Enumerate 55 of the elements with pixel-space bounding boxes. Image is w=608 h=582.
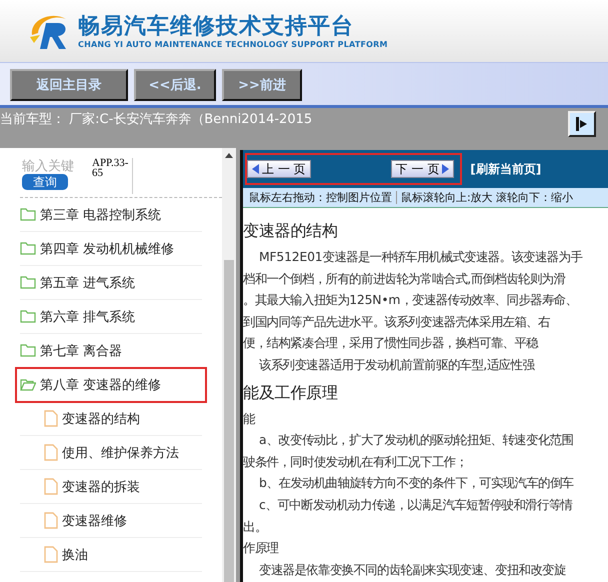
document-text: 档和一个倒档，所有的前进齿轮为常啮合式,而倒档齿轮则为滑 (243, 270, 566, 288)
section-item[interactable]: 变速器的结构 (20, 402, 202, 436)
refresh-link[interactable]: [刷新当前页] (470, 160, 542, 178)
file-icon (44, 444, 58, 461)
usage-hint: 鼠标滚轮向上:放大 滚轮向下：缩小 (401, 190, 574, 205)
document-text: 作原理 (243, 539, 280, 558)
right-arrow-icon (442, 164, 450, 174)
folder-icon (20, 344, 36, 357)
section-item[interactable]: 变速器维修 (20, 504, 202, 538)
usage-hint: 鼠标左右拖动：控制图片位置 (249, 190, 392, 205)
current-model-label: 当前车型： 厂家:C-长安汽车奔奔（Benni2014-2015 (0, 111, 312, 128)
chapter-item[interactable]: 第六章 排气系统 (20, 300, 202, 334)
folder-icon (20, 378, 36, 391)
folder-icon (20, 310, 36, 323)
keyword-field[interactable]: 输入关键 (20, 158, 84, 174)
document-text: 驶条件，同时使发动机在有利工况下工作； (243, 452, 468, 471)
chapter-item[interactable]: 第七章 离合器 (20, 334, 202, 368)
scroll-up-icon[interactable] (225, 152, 233, 158)
document-text: MF512E01变速器是一种轿车用机械式变速器。该变速器为手 (258, 248, 584, 266)
file-icon (44, 546, 58, 563)
file-icon (44, 410, 58, 427)
document-text: b、在发动机曲轴旋转方向不变的条件下，可实现汽车的倒车 (258, 474, 574, 492)
chapter-item[interactable]: 第八章 变速器的维修 (16, 368, 206, 402)
search-button[interactable]: 查询 (22, 174, 68, 190)
expand-button[interactable] (568, 111, 596, 137)
scrollbar[interactable] (222, 148, 236, 582)
folder-icon (20, 276, 36, 289)
folder-icon (20, 242, 36, 255)
document-text: 到国内同等产品先进水平。该系列变速器壳体采用左箱、右 (243, 312, 551, 331)
chapter-item[interactable]: 第四章 发动机机械维修 (20, 232, 202, 266)
document-heading: 能及工作原理 (243, 382, 339, 404)
document-text: 出。 (243, 518, 268, 536)
file-icon (44, 512, 58, 529)
document-text: a、改变传动比，扩大了发动机的驱动轮扭矩、转速变化范围 (258, 431, 574, 450)
document-code: APP.33-65 (92, 158, 133, 194)
expand-icon (576, 117, 588, 131)
document-text: 该系列变速器适用于发动机前置前驱的车型,适应性强 (258, 356, 536, 374)
section-item[interactable]: 使用、维护保养方法 (20, 436, 202, 470)
section-item[interactable]: 变速器的拆装 (20, 470, 202, 504)
document-text: 变速器是依靠变换不同的齿轮副来实现变速、变扭和改变旋 (258, 560, 567, 579)
previous-page-button[interactable]: 上 一 页 (247, 160, 311, 178)
folder-icon (20, 208, 36, 221)
chapter-item[interactable]: 第五章 进气系统 (20, 266, 202, 300)
left-arrow-icon (252, 164, 259, 174)
file-icon (44, 478, 58, 495)
document-text: c、可中断发动机动力传递，以满足汽车短暂停驶和滑行等情 (258, 496, 574, 514)
chapter-item[interactable]: 第三章 电器控制系统 (20, 198, 202, 232)
document-text: 。其最大输入扭矩为125N•m，变速器传动效率、同步器寿命、 (243, 291, 578, 310)
next-page-button[interactable]: 下 一 页 (390, 160, 454, 178)
site-subtitle: CHANG YI AUTO MAINTENANCE TECHNOLOGY SUPPORT PLATFORM (78, 40, 388, 48)
document-text: 便，结构紧凑合理，采用了惯性同步器，换档可靠、平稳 (243, 334, 540, 352)
document-heading: 变速器的结构 (243, 220, 339, 242)
section-item[interactable]: 换油 (20, 538, 202, 572)
site-title: 畅易汽车维修技术支持平台 (78, 14, 355, 40)
document-text: 能 (243, 410, 256, 428)
